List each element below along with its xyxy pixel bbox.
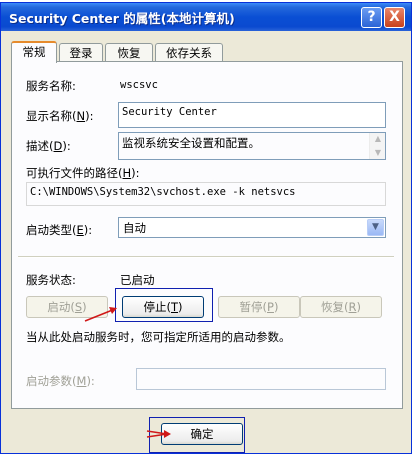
service-status-label: 服务状态:: [26, 273, 76, 287]
tab-dependencies-label: 依存关系: [166, 46, 212, 60]
description-value: 监视系统安全设置和配置。: [122, 136, 260, 150]
stop-button-highlight: [115, 288, 213, 322]
title-bar[interactable]: Security Center 的属性(本地计算机) ? X: [1, 3, 411, 31]
start-params-label: 启动参数(M):: [26, 374, 95, 388]
service-status-value: 已启动: [120, 273, 155, 287]
description-label: 描述(D):: [26, 139, 71, 153]
chevron-down-icon[interactable]: ▼: [367, 219, 384, 236]
startup-type-select[interactable]: 自动 ▼: [118, 217, 386, 238]
exe-path-value: C:\WINDOWS\System32\svchost.exe -k netsv…: [30, 186, 296, 198]
startup-type-value: 自动: [123, 221, 146, 235]
service-name-value: wscsvc: [120, 79, 158, 91]
close-button[interactable]: X: [384, 7, 405, 28]
exe-path-label: 可执行文件的路径(H):: [26, 166, 140, 180]
tab-general-label: 常规: [22, 45, 46, 59]
tab-dependencies[interactable]: 依存关系: [155, 43, 223, 62]
display-name-label: 显示名称(N):: [26, 109, 94, 123]
window-title: Security Center 的属性(本地计算机): [9, 11, 235, 26]
display-name-value: Security Center: [122, 106, 217, 118]
tab-recovery[interactable]: 恢复: [105, 43, 153, 62]
tab-general[interactable]: 常规: [11, 41, 57, 63]
help-icon: ?: [367, 9, 376, 25]
description-field[interactable]: 监视系统安全设置和配置。 ▲ ▼: [118, 132, 386, 160]
close-icon: X: [389, 9, 400, 25]
tab-recovery-label: 恢复: [117, 46, 141, 60]
help-button[interactable]: ?: [361, 7, 382, 28]
tab-logon[interactable]: 登录: [59, 43, 103, 62]
annotation-arrow-icon: [146, 430, 171, 438]
annotation-arrow-icon: [84, 307, 117, 322]
scroll-up-icon[interactable]: ▲: [373, 135, 383, 143]
tab-logon-label: 登录: [69, 46, 93, 60]
separator: [18, 256, 394, 258]
properties-dialog: Security Center 的属性(本地计算机) ? X 常规 登录 恢复 …: [0, 2, 412, 454]
startup-params-hint: 当从此处启动服务时，您可指定所适用的启动参数。: [26, 330, 291, 344]
service-name-label: 服务名称:: [26, 79, 76, 93]
description-scrollbar[interactable]: ▲ ▼: [369, 133, 385, 159]
resume-button[interactable]: 恢复(R): [300, 296, 382, 318]
scroll-down-icon[interactable]: ▼: [373, 149, 383, 157]
pause-button[interactable]: 暂停(P): [218, 296, 300, 318]
exe-path-field[interactable]: C:\WINDOWS\System32\svchost.exe -k netsv…: [26, 182, 386, 206]
display-name-field[interactable]: Security Center: [118, 102, 386, 128]
startup-type-label: 启动类型(E):: [26, 223, 93, 237]
general-tab-panel: 服务名称: wscsvc 显示名称(N): Security Center 描述…: [11, 61, 403, 409]
start-params-input[interactable]: [136, 368, 386, 390]
